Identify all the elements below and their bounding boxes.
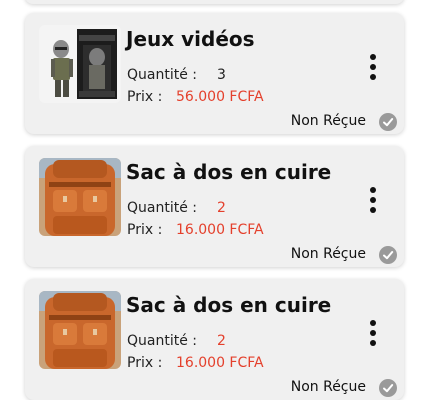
quantity-value: 2 [217,333,226,349]
price-value: 16.000 FCFA [176,355,264,371]
price-row: Prix : 56.000 FCFA [127,89,264,105]
quantity-row: Quantité : 2 [127,200,226,216]
price-label: Prix : [127,89,163,105]
price-row: Prix : 16.000 FCFA [127,355,264,371]
product-title: Jeux vidéos [126,27,255,51]
order-card[interactable]: Sac à dos en cuire Quantité : 2 Prix : 1… [25,279,404,400]
quantity-row: Quantité : 2 [127,333,226,349]
product-title: Sac à dos en cuire [126,293,332,317]
more-vertical-icon[interactable] [365,319,381,349]
status-label: Non Réçue [290,113,366,129]
price-label: Prix : [127,222,163,238]
product-image-action-figure [39,25,121,103]
product-image-leather-backpack [39,291,121,369]
quantity-row: Quantité : 3 [127,67,226,83]
product-title: Sac à dos en cuire [126,160,332,184]
check-circle-icon [379,246,397,264]
quantity-label: Quantité : [127,333,197,349]
order-card[interactable]: Jeux vidéos Quantité : 3 Prix : 56.000 F… [25,13,404,134]
order-card-partial [25,0,404,4]
price-value: 56.000 FCFA [176,89,264,105]
more-vertical-icon[interactable] [365,186,381,216]
quantity-value: 3 [217,67,226,83]
check-circle-icon [379,113,397,131]
price-row: Prix : 16.000 FCFA [127,222,264,238]
status-label: Non Réçue [290,246,366,262]
quantity-label: Quantité : [127,67,197,83]
product-image-leather-backpack [39,158,121,236]
price-value: 16.000 FCFA [176,222,264,238]
status-label: Non Réçue [290,379,366,395]
order-card[interactable]: Sac à dos en cuire Quantité : 2 Prix : 1… [25,146,404,267]
quantity-value: 2 [217,200,226,216]
price-label: Prix : [127,355,163,371]
check-circle-icon [379,379,397,397]
more-vertical-icon[interactable] [365,53,381,83]
quantity-label: Quantité : [127,200,197,216]
